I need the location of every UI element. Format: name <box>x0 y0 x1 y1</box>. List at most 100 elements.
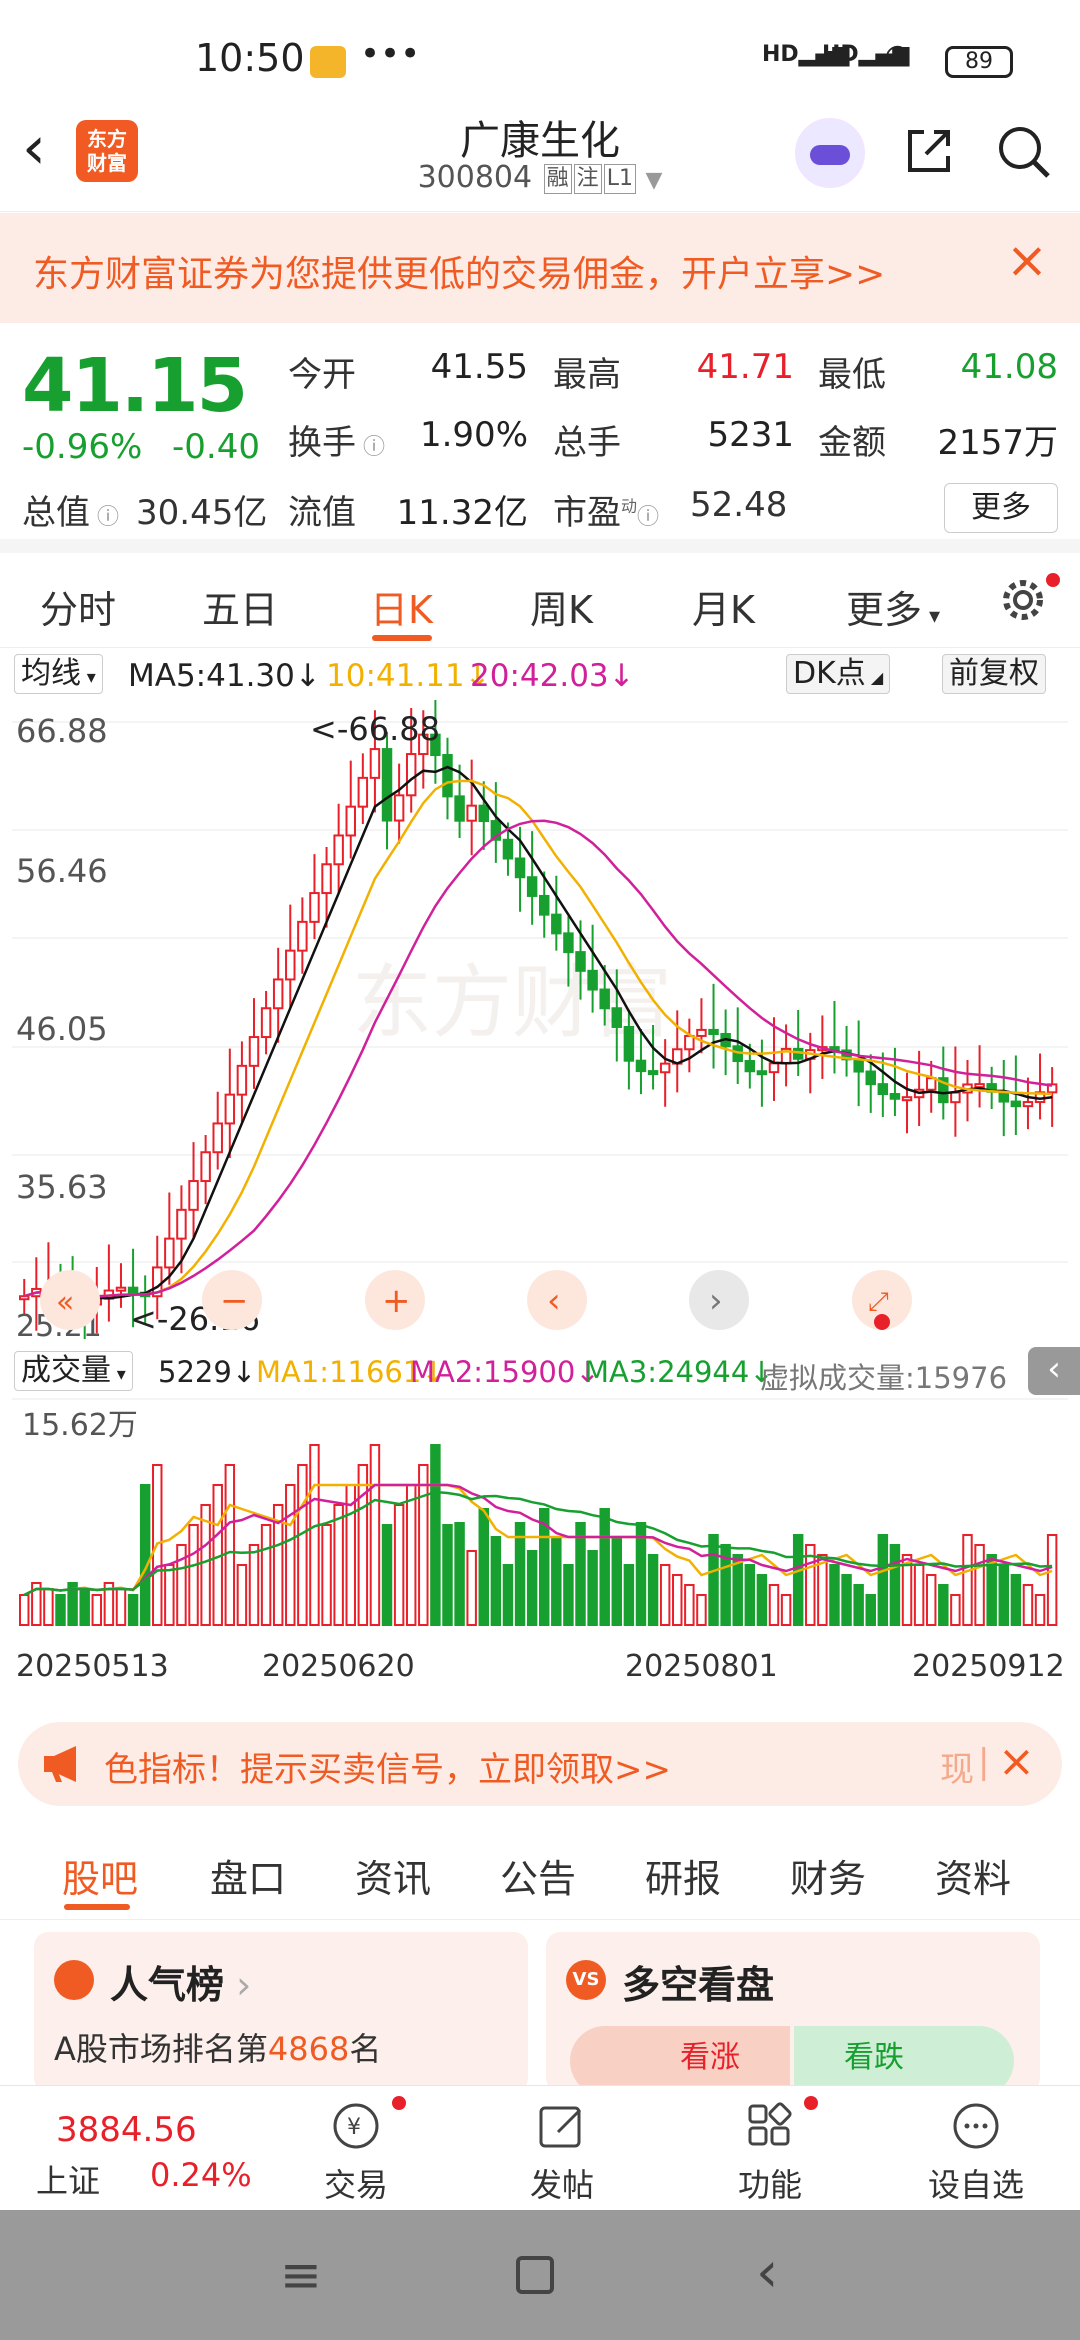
volume-bar <box>732 1554 743 1626</box>
index-value[interactable]: 3884.56 <box>56 2110 197 2150</box>
candle <box>623 1025 635 1062</box>
volume-chart[interactable]: 15.62万 <box>12 1395 1068 1635</box>
high-value: 41.71 <box>696 347 794 387</box>
tab-profile[interactable]: 资料 <box>935 1848 1011 1903</box>
share-icon[interactable] <box>904 126 954 176</box>
ma10-value: 10:41.11↓ <box>326 658 491 694</box>
tab-more[interactable]: 更多 ▾ <box>846 579 940 634</box>
tab-news[interactable]: 资讯 <box>355 1848 431 1903</box>
volume-bar <box>285 1484 296 1626</box>
volume-bar <box>853 1584 864 1626</box>
nav-trade[interactable]: ¥ 交易 <box>286 2086 426 2211</box>
long-short-title: 多空看盘 <box>622 1963 775 2007</box>
volume-indicator-select[interactable]: 成交量 ▾ <box>14 1351 133 1391</box>
dk-point-select[interactable]: DK点 ◢ <box>786 654 891 694</box>
svg-text:⤢: ⤢ <box>868 1287 889 1317</box>
menu-icon[interactable]: ≡ <box>280 2246 322 2304</box>
promo-text[interactable]: 色指标！提示买卖信号，立即领取>> <box>104 1742 671 1791</box>
volume-bar <box>938 1584 949 1626</box>
candle <box>285 949 296 981</box>
svg-text:¥: ¥ <box>347 2115 361 2140</box>
ma5-value: MA5:41.30↓ <box>128 658 321 694</box>
candle <box>877 1083 889 1096</box>
fullscreen-badge <box>874 1314 890 1330</box>
tab-pankou[interactable]: 盘口 <box>210 1848 286 1903</box>
active-tab-indicator <box>372 635 432 641</box>
k-line-chart[interactable]: 东方财富 66.88 56.46 46.05 35.63 25.21 <-66.… <box>12 700 1068 1340</box>
candle <box>659 1062 671 1074</box>
home-icon[interactable] <box>516 2256 554 2294</box>
candle <box>708 1028 719 1035</box>
tab-weekly-k[interactable]: 周K <box>530 579 593 634</box>
adjust-select[interactable]: 前复权 <box>942 654 1046 694</box>
volume-bar <box>321 1524 332 1626</box>
candle <box>248 1036 260 1067</box>
svg-text:«: « <box>56 1285 74 1320</box>
search-icon[interactable] <box>996 124 1052 180</box>
dropdown-icon[interactable]: ▼ <box>646 168 663 193</box>
candle <box>321 863 332 895</box>
candle <box>635 1059 647 1073</box>
volume-bar <box>1022 1584 1034 1626</box>
system-navigation-bar: ≡ ‹ <box>0 2210 1080 2340</box>
volume-bar <box>309 1444 320 1626</box>
collapse-panel-icon[interactable]: ‹ <box>1028 1347 1080 1395</box>
gear-icon[interactable] <box>998 575 1048 625</box>
popularity-card[interactable]: 人气榜 › A股市场排名第4868名 <box>34 1932 528 2092</box>
candle <box>865 1070 876 1086</box>
tab-intraday[interactable]: 分时 <box>40 579 116 634</box>
tab-research[interactable]: 研报 <box>645 1848 721 1903</box>
volume-bar <box>792 1534 804 1626</box>
back-nav-icon[interactable]: ‹ <box>756 2240 778 2305</box>
volume-bar <box>357 1464 369 1626</box>
volume-bar <box>1046 1534 1058 1626</box>
volume-bar <box>672 1574 683 1626</box>
pe-value: 52.48 <box>690 485 788 525</box>
indicator-select[interactable]: 均线 ▾ <box>14 654 103 694</box>
float-value-label: 流值 <box>288 493 356 533</box>
open-value: 41.55 <box>430 347 528 387</box>
tab-daily-k[interactable]: 日K <box>370 579 433 634</box>
volume-bar <box>442 1524 453 1626</box>
long-short-card[interactable]: VS 多空看盘 看涨 看跌 <box>546 1932 1040 2096</box>
index-name: 上证 <box>36 2162 101 2200</box>
more-button[interactable]: 更多 <box>944 483 1058 533</box>
candle <box>551 913 562 935</box>
close-icon[interactable]: × <box>1006 235 1048 285</box>
nav-add-watchlist-label: 设自选 <box>927 2166 1024 2204</box>
content-tabs: 股吧 盘口 资讯 公告 研报 财务 资料 <box>0 1820 1080 1920</box>
commission-banner[interactable]: 东方财富证券为您提供更低的交易佣金，开户立享>> × <box>0 213 1080 323</box>
tab-announcements[interactable]: 公告 <box>500 1848 576 1903</box>
candle <box>1022 1101 1034 1108</box>
volume-bar <box>889 1544 901 1626</box>
tab-five-day[interactable]: 五日 <box>202 579 278 634</box>
nav-post[interactable]: 发帖 <box>492 2086 632 2211</box>
candle <box>260 1007 272 1039</box>
tab-finance[interactable]: 财务 <box>790 1848 866 1903</box>
candle <box>466 804 477 822</box>
volume-bar <box>478 1508 489 1626</box>
signal-promo-banner[interactable]: 色指标！提示买卖信号，立即领取>> 现 | × <box>18 1722 1062 1806</box>
assistant-robot-icon[interactable] <box>795 118 865 188</box>
current-price: 41.15 <box>22 343 248 429</box>
volume-bar <box>756 1574 768 1626</box>
volume-bar <box>551 1536 562 1626</box>
tab-monthly-k[interactable]: 月K <box>692 579 755 634</box>
close-icon[interactable]: × <box>998 1736 1035 1787</box>
candle <box>442 754 453 798</box>
date-label-3: 20250801 <box>625 1649 778 1684</box>
trade-icon: ¥ <box>333 2103 379 2149</box>
volume-bar <box>998 1564 1010 1626</box>
tab-guba[interactable]: 股吧 <box>62 1848 138 1903</box>
volume-bar <box>430 1444 441 1626</box>
svg-text:›: › <box>709 1281 723 1321</box>
virtual-volume: 虚拟成交量:15976 <box>760 1361 1008 1395</box>
nav-add-watchlist[interactable]: 设自选 <box>906 2086 1046 2211</box>
status-bar: 10:50 ••• HD▂▄▆ HD▂▄▆ ◠ 89 <box>0 0 1080 100</box>
volume-bar <box>780 1594 792 1626</box>
candle <box>1010 1100 1022 1108</box>
nav-functions[interactable]: 功能 <box>700 2086 840 2211</box>
banner-text[interactable]: 东方财富证券为您提供更低的交易佣金，开户立享>> <box>33 245 885 297</box>
bear-label: 看跌 <box>844 2040 904 2075</box>
volume-bar <box>236 1564 248 1626</box>
